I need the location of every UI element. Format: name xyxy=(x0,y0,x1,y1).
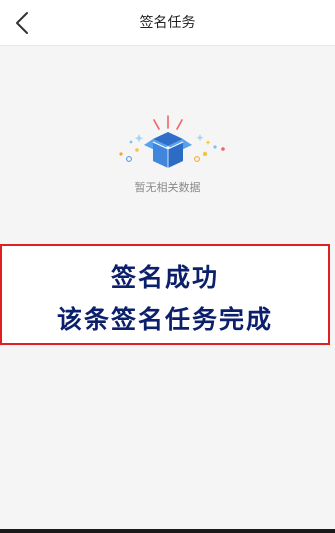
success-title: 签名成功 xyxy=(110,263,219,292)
empty-state: 暂无相关数据 xyxy=(0,112,335,195)
empty-box-icon xyxy=(118,115,225,168)
empty-state-text: 暂无相关数据 xyxy=(134,181,201,194)
bottom-edge xyxy=(0,529,335,533)
page-title: 签名任务 xyxy=(139,15,196,31)
navigation-bar: 签名任务 xyxy=(0,0,335,46)
success-banner: 签名成功 该条签名任务完成 xyxy=(0,244,330,345)
success-message: 该条签名任务完成 xyxy=(56,305,273,334)
